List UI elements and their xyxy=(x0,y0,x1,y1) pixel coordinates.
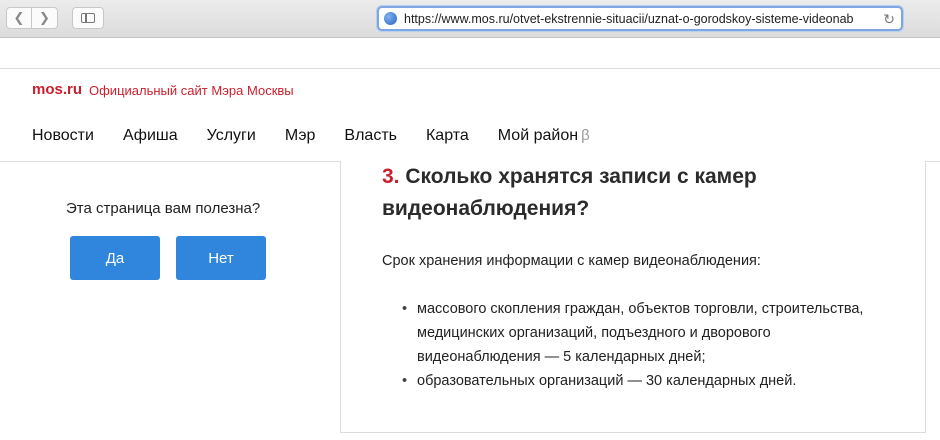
chevron-right-icon: ❯ xyxy=(39,10,50,25)
question-title: Сколько хранятся записи с камер видеонаб… xyxy=(382,165,757,220)
list-item: образовательных организаций — 30 календа… xyxy=(402,369,897,393)
site-header: mos.ru Официальный сайт Мэра Москвы Ново… xyxy=(0,68,940,162)
faq-card: 3. Сколько хранятся записи с камер видео… xyxy=(340,161,926,433)
site-subtitle[interactable]: Официальный сайт Мэра Москвы xyxy=(89,83,294,98)
nav-item-my-district-label: Мой район xyxy=(497,127,579,144)
answer-lead: Срок хранения информации с камер видеона… xyxy=(382,253,761,269)
reload-icon[interactable]: ↻ xyxy=(883,11,895,28)
nav-item-government[interactable]: Власть xyxy=(344,127,397,145)
question-heading: 3. Сколько хранятся записи с камер видео… xyxy=(382,161,882,225)
main-nav: Новости Афиша Услуги Мэр Власть Карта Мо… xyxy=(32,127,619,145)
answer-list: массового скопления граждан, объектов то… xyxy=(402,297,897,393)
nav-item-map[interactable]: Карта xyxy=(426,127,469,145)
globe-icon xyxy=(384,12,397,25)
nav-item-my-district[interactable]: Мой район β xyxy=(498,127,590,145)
beta-badge: β xyxy=(581,127,590,144)
url-text[interactable]: https://www.mos.ru/otvet-ekstrennie-situ… xyxy=(404,12,874,26)
sidebar-toggle-button[interactable] xyxy=(72,7,104,29)
list-item: массового скопления граждан, объектов то… xyxy=(402,297,897,369)
feedback-no-button[interactable]: Нет xyxy=(176,236,266,280)
nav-item-news[interactable]: Новости xyxy=(32,127,94,145)
nav-item-mayor[interactable]: Мэр xyxy=(285,127,316,145)
nav-item-services[interactable]: Услуги xyxy=(207,127,256,145)
feedback-yes-button[interactable]: Да xyxy=(70,236,160,280)
chevron-left-icon: ❮ xyxy=(13,10,25,25)
nav-item-afisha[interactable]: Афиша xyxy=(123,127,178,145)
history-nav: ❮ ❯ xyxy=(6,7,58,29)
back-button[interactable]: ❮ xyxy=(6,7,32,29)
address-bar[interactable]: https://www.mos.ru/otvet-ekstrennie-situ… xyxy=(377,6,903,31)
question-number: 3. xyxy=(382,165,400,188)
sidebar-icon xyxy=(81,13,95,23)
forward-button[interactable]: ❯ xyxy=(32,7,58,29)
feedback-question: Эта страница вам полезна? xyxy=(66,200,261,217)
site-logo[interactable]: mos.ru xyxy=(32,81,82,98)
browser-toolbar: ❮ ❯ https://www.mos.ru/otvet-ekstrennie-… xyxy=(0,0,940,38)
